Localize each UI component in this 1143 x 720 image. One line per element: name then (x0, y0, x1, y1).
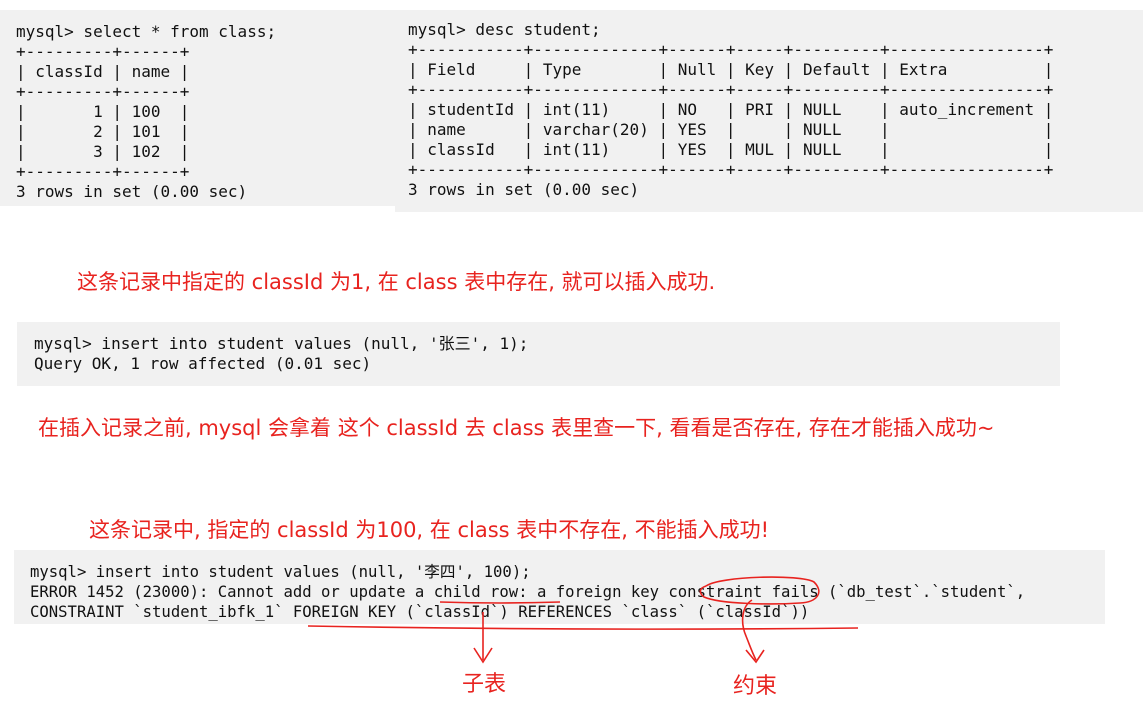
bracket-constraint (741, 599, 757, 661)
underline-child-row (439, 601, 561, 604)
underline-foreign-key (307, 625, 859, 630)
circle-constraint (699, 576, 820, 605)
annotation-marks (307, 576, 859, 664)
label-child-table: 子表 (462, 672, 507, 697)
label-constraint: 约束 (733, 674, 778, 699)
arrowhead-constraint (745, 649, 765, 664)
